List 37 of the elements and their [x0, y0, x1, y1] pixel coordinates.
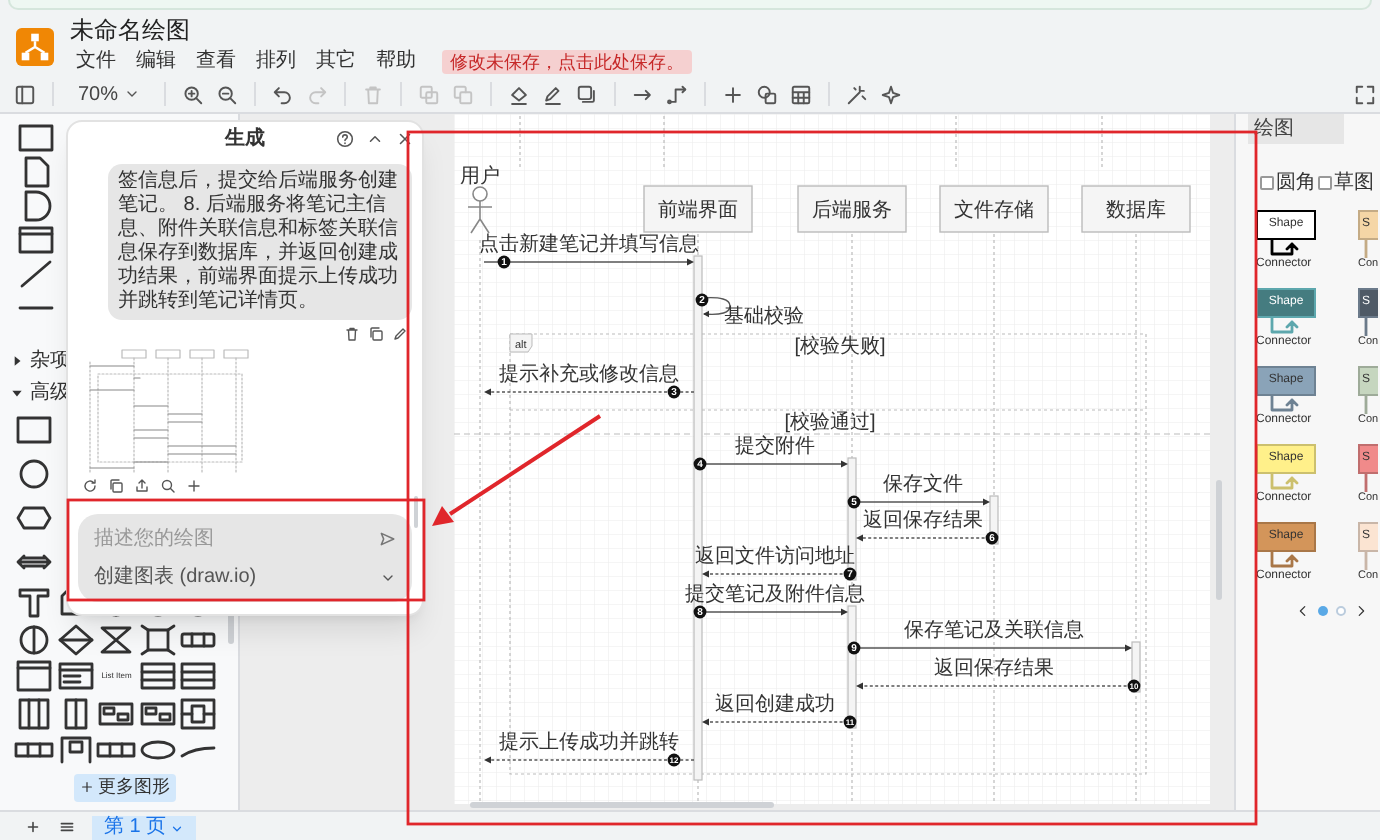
page-tab[interactable]: 第 1 页: [92, 816, 197, 840]
guard-label: [校验通过]: [784, 412, 876, 434]
message-label: 返回保存结果: [863, 510, 983, 533]
message-label: 返回文件访问地址: [695, 546, 855, 569]
mode-dropdown[interactable]: 创建图表 (draw.io): [94, 562, 257, 592]
participant-box[interactable]: 后端服务: [797, 185, 907, 233]
document-title[interactable]: 未命名绘图: [70, 16, 692, 44]
message-label: 基础校验: [724, 306, 804, 328]
panel-tab[interactable]: 绘图: [1248, 114, 1344, 144]
message-label: 返回保存结果: [934, 658, 1054, 681]
prompt-field[interactable]: 描述您的绘图 创建图表 (draw.io): [78, 514, 412, 602]
actor-label: 用户: [460, 166, 500, 188]
guard-label: [校验失败]: [794, 336, 886, 358]
unsaved-notice[interactable]: 修改未保存，点击此处保存。: [442, 49, 692, 73]
menu-item[interactable]: 查看: [190, 46, 242, 76]
participant-box[interactable]: 数据库: [1081, 185, 1191, 233]
menu-item[interactable]: 其它: [310, 46, 362, 76]
dialog-title: 生成: [225, 125, 265, 154]
message-label: 提交附件: [735, 436, 815, 459]
message-label: 点击新建笔记并填写信息: [479, 234, 699, 257]
participant-box[interactable]: 前端界面: [643, 185, 753, 233]
menu-item[interactable]: 排列: [250, 46, 302, 76]
message-label: 保存文件: [883, 474, 963, 497]
message-label: 返回创建成功: [715, 694, 835, 717]
message-label: 提交笔记及附件信息: [685, 584, 865, 607]
menu-item[interactable]: 文件: [70, 46, 122, 76]
checkbox-label: 圆角: [1276, 170, 1316, 198]
menu-item[interactable]: 编辑: [130, 46, 182, 76]
message-label: 提示补充或修改信息: [499, 364, 679, 387]
participant-box[interactable]: 文件存储: [939, 185, 1049, 233]
checkbox-label: 草图: [1334, 169, 1374, 198]
menu-item[interactable]: 帮助: [370, 46, 422, 76]
zoom-dropdown[interactable]: 70%: [70, 79, 149, 109]
more-shapes-button[interactable]: 更多图形: [74, 773, 176, 801]
message-label: 提示上传成功并跳转: [499, 732, 679, 755]
message-label: 保存笔记及关联信息: [904, 620, 1084, 643]
chat-message: 签信息后，提交给后端服务创建笔记。 8. 后端服务将笔记主信息、附件关联信息和标签关联信息保存到数据库，并返回创建成功结果，前端界面提示上传成功并跳转到笔记详情页。: [108, 164, 412, 320]
